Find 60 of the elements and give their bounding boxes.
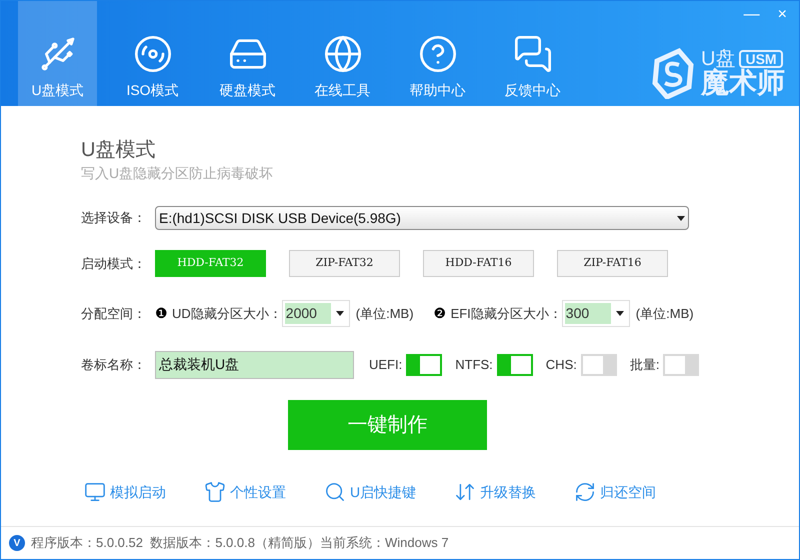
step-marker: ❷ (434, 304, 447, 323)
toggle-label: 批量: (630, 356, 660, 374)
unit-label: (单位:MB) (356, 304, 414, 323)
field-label: 启动模式： (81, 254, 147, 273)
device-dropdown[interactable]: E:(hd1)SCSI DISK USB Device(5.98G) (155, 206, 689, 230)
field-label: EFI隐藏分区大小： (450, 304, 562, 323)
page-subtitle: 写入U盘隐藏分区防止病毒破坏 (81, 164, 274, 183)
caret-icon (616, 311, 624, 316)
shirt-icon (204, 481, 226, 503)
toggle-label: UEFI: (369, 356, 402, 374)
bottom-link[interactable]: 模拟启动 (84, 481, 166, 503)
boot-mode-option[interactable]: HDD-FAT32 (155, 250, 266, 277)
refresh-icon (574, 481, 596, 503)
toggle-switch[interactable] (406, 354, 442, 376)
toggle-switch[interactable] (663, 354, 700, 376)
logo-text: U盘 (701, 49, 736, 69)
mode-tab[interactable]: U盘模式 (18, 1, 97, 106)
toggle-label: CHS: (546, 356, 577, 374)
field-label: 选择设备： (81, 209, 147, 228)
logo-icon (651, 47, 695, 99)
create-button[interactable]: 一键制作 (288, 400, 487, 450)
chat-icon (512, 34, 552, 74)
field-label: 卷标名称： (81, 356, 147, 374)
bottom-link[interactable]: U启快捷键 (324, 481, 416, 503)
mode-tab[interactable]: 硬盘模式 (208, 1, 287, 106)
caret-icon (336, 311, 344, 316)
bottom-link[interactable]: 升级替换 (454, 481, 536, 503)
mode-tab[interactable]: 帮助中心 (398, 1, 477, 106)
minimize-button[interactable]: — (744, 3, 760, 27)
logo-text: 魔术师 (701, 69, 785, 97)
step-marker: ❶ (155, 304, 168, 323)
mode-tab[interactable]: ISO模式 (113, 1, 192, 106)
boot-mode-option[interactable]: ZIP-FAT32 (289, 250, 400, 277)
disc-icon (132, 34, 172, 74)
close-button[interactable]: × (778, 3, 787, 27)
caret-icon (677, 216, 685, 220)
mode-tab[interactable]: 反馈中心 (493, 1, 572, 106)
mode-tab[interactable]: 在线工具 (303, 1, 382, 106)
arrows-icon (454, 481, 476, 503)
toggle-switch[interactable] (496, 354, 533, 376)
logo-badge: USM (739, 50, 783, 68)
status-text: 程序版本：5.0.0.52 数据版本：5.0.0.8（精简版）当前系统：Windows 7 (31, 534, 449, 552)
boot-mode-option[interactable]: HDD-FAT16 (423, 250, 534, 277)
toggle-label: NTFS: (455, 356, 493, 374)
toggle-switch[interactable] (580, 354, 617, 376)
size-dropdown[interactable]: 300 (562, 300, 630, 327)
field-label: UD隐藏分区大小： (172, 304, 282, 323)
monitor-icon (84, 481, 106, 503)
field-label: 分配空间： (81, 304, 147, 323)
page-title: U盘模式 (81, 138, 156, 163)
search-icon (324, 481, 346, 503)
version-icon: V (9, 535, 25, 551)
bottom-link[interactable]: 归还空间 (574, 481, 656, 503)
unit-label: (单位:MB) (636, 304, 694, 323)
bottom-link[interactable]: 个性设置 (204, 481, 286, 503)
boot-mode-option[interactable]: ZIP-FAT16 (557, 250, 668, 277)
volume-name-field[interactable]: 总裁装机U盘 (155, 351, 354, 379)
globe-icon (322, 34, 362, 74)
size-dropdown[interactable]: 2000 (282, 300, 350, 327)
help-icon (418, 34, 458, 74)
